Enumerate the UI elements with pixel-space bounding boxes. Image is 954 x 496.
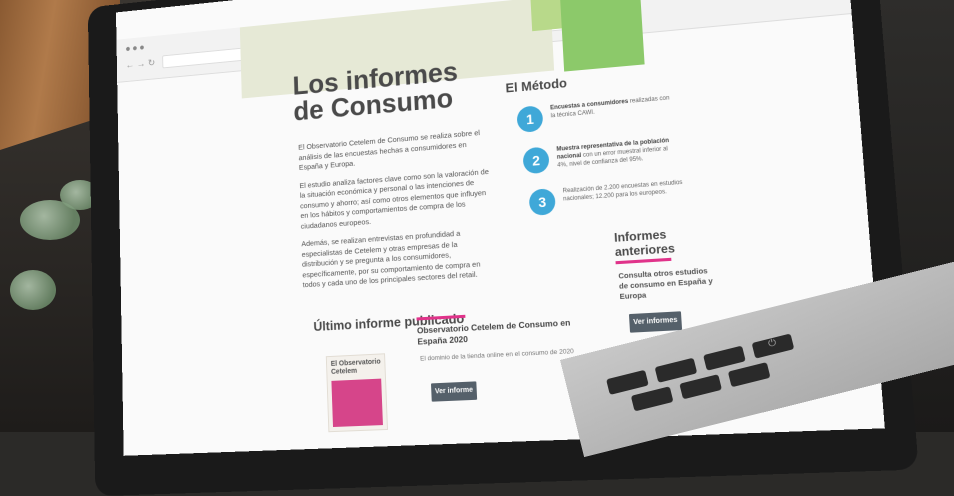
accent-bar	[615, 258, 671, 264]
step-number-badge: 2	[522, 146, 549, 174]
metodo-heading: El Método	[505, 75, 567, 95]
plant-leaf	[10, 270, 56, 310]
previous-reports-heading: Informes anteriores	[614, 227, 676, 259]
ver-informe-button[interactable]: Ver informe	[431, 381, 477, 401]
intro-paragraph: El Observatorio Cetelem de Consumo se re…	[298, 127, 489, 173]
window-controls[interactable]: ●●●	[125, 42, 146, 54]
step-number-badge: 3	[529, 188, 556, 216]
decor-square-green	[560, 0, 645, 72]
intro-paragraph: Además, se realizan entrevistas en profu…	[301, 227, 495, 291]
keyboard-key	[631, 386, 674, 411]
step-text: Encuestas a consumidores realizadas con …	[550, 94, 672, 120]
ver-informes-button[interactable]: Ver informes	[629, 311, 682, 332]
keyboard-key	[679, 374, 722, 399]
prev-title-line-2: anteriores	[615, 241, 676, 259]
previous-reports-desc: Consulta otros estudios de consumo en Es…	[618, 265, 720, 302]
keyboard-key	[655, 358, 698, 383]
keyboard-key	[606, 370, 649, 395]
nav-arrows[interactable]: ← → ↻	[126, 58, 156, 71]
cover-title: El Observatorio Cetelem	[331, 358, 385, 377]
power-key-icon: ⏻	[752, 333, 795, 358]
intro-paragraph: El estudio analiza factores clave como s…	[299, 166, 492, 231]
report-cover-image[interactable]: El Observatorio Cetelem	[326, 353, 388, 432]
keyboard-key	[728, 362, 771, 387]
keyboard-key	[703, 346, 746, 371]
cover-graphic	[331, 379, 383, 427]
step-number-badge: 1	[516, 105, 543, 133]
intro-text: El Observatorio Cetelem de Consumo se re…	[298, 127, 496, 298]
